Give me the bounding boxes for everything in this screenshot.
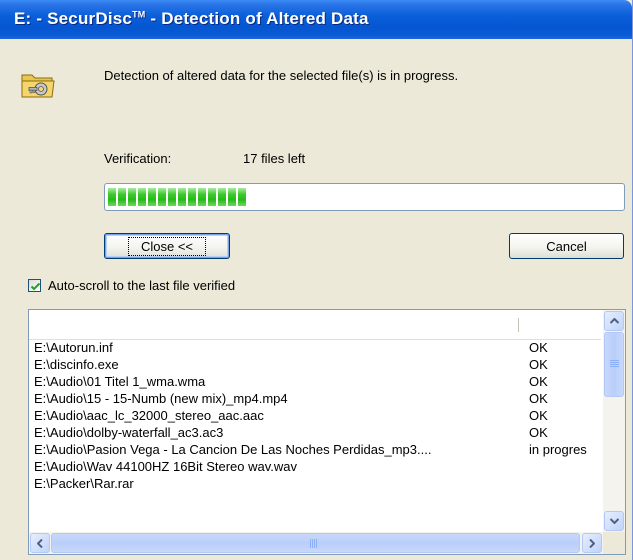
verification-label: Verification: (104, 151, 172, 166)
cancel-button[interactable]: Cancel (509, 233, 624, 259)
progress-segment (148, 188, 156, 206)
progress-segment (158, 188, 166, 206)
scrollbar-corner (603, 532, 625, 554)
file-status: OK (529, 340, 548, 355)
checkmark-icon (30, 282, 41, 291)
status-message: Detection of altered data for the select… (104, 68, 459, 83)
file-status: OK (529, 391, 548, 406)
progress-segment (198, 188, 206, 206)
file-status: OK (529, 374, 548, 389)
close-button-label: Close << (127, 236, 207, 256)
progress-segment (128, 188, 136, 206)
progress-segment (138, 188, 146, 206)
file-path: E:\Audio\dolby-waterfall_ac3.ac3 (34, 425, 224, 440)
list-item[interactable]: E:\Audio\Pasion Vega - La Cancion De Las… (29, 441, 601, 458)
progress-fill (108, 188, 621, 206)
scroll-right-arrow-icon[interactable] (582, 533, 602, 553)
list-item[interactable]: E:\Audio\Wav 44100HZ 16Bit Stereo wav.wa… (29, 458, 601, 475)
progress-segment (218, 188, 226, 206)
horizontal-scroll-thumb[interactable] (51, 533, 580, 553)
progress-segment (228, 188, 236, 206)
progress-segment (118, 188, 126, 206)
autoscroll-checkbox[interactable] (28, 279, 41, 292)
file-status: in progres (529, 442, 587, 457)
dialog-window: E: - SecurDiscTM - Detection of Altered … (0, 0, 633, 560)
list-item[interactable]: E:\Audio\01 Titel 1_wma.wma OK (29, 373, 601, 390)
trademark-mark: TM (132, 9, 146, 20)
file-path: E:\Audio\Pasion Vega - La Cancion De Las… (34, 442, 432, 457)
list-item[interactable]: E:\Autorun.inf OK (29, 339, 601, 356)
column-header-separator[interactable] (518, 318, 519, 332)
list-header (29, 310, 601, 340)
progress-segment (108, 188, 116, 206)
progress-segment (188, 188, 196, 206)
scroll-left-arrow-icon[interactable] (30, 533, 50, 553)
dialog-body: Detection of altered data for the select… (0, 39, 632, 560)
title-bar[interactable]: E: - SecurDiscTM - Detection of Altered … (0, 0, 632, 39)
file-path: E:\Audio\01 Titel 1_wma.wma (34, 374, 206, 389)
vertical-scrollbar[interactable] (603, 310, 625, 532)
autoscroll-label: Auto-scroll to the last file verified (48, 278, 236, 293)
file-status: OK (529, 357, 548, 372)
scroll-up-arrow-icon[interactable] (604, 311, 624, 331)
verified-files-list[interactable]: E:\Autorun.inf OK E:\discinfo.exe OK E:\Audi… (28, 309, 626, 555)
file-path: E:\Audio\aac_lc_32000_stereo_aac.aac (34, 408, 264, 423)
scroll-down-arrow-icon[interactable] (604, 511, 624, 531)
file-path: E:\Audio\Wav 44100HZ 16Bit Stereo wav.wa… (34, 459, 298, 474)
vertical-scroll-thumb[interactable] (604, 332, 624, 397)
list-item[interactable]: E:\Packer\Rar.rar (29, 475, 601, 492)
autoscroll-option[interactable]: Auto-scroll to the last file verified (28, 278, 235, 293)
list-rows: E:\Autorun.inf OK E:\discinfo.exe OK E:\Audi… (29, 339, 601, 492)
window-title: E: - SecurDiscTM - Detection of Altered … (14, 9, 369, 28)
progress-segment (238, 188, 246, 206)
cancel-button-label: Cancel (546, 238, 587, 254)
list-item[interactable]: E:\Audio\15 - 15-Numb (new mix)_mp4.mp4 O… (29, 390, 601, 407)
file-path: E:\Audio\15 - 15-Numb (new mix)_mp4.mp4 (34, 391, 288, 406)
progress-segment (168, 188, 176, 206)
close-button[interactable]: Close << (104, 233, 230, 259)
horizontal-scrollbar[interactable] (29, 532, 603, 554)
list-item[interactable]: E:\discinfo.exe OK (29, 356, 601, 373)
file-path: E:\Packer\Rar.rar (34, 476, 134, 491)
securdisc-folder-key-icon (20, 67, 56, 101)
files-left-count: 17 files left (243, 151, 306, 166)
verification-progress-bar (104, 183, 625, 211)
file-path: E:\Autorun.inf (34, 340, 113, 355)
list-item[interactable]: E:\Audio\dolby-waterfall_ac3.ac3 OK (29, 424, 601, 441)
progress-segment (208, 188, 216, 206)
progress-segment (178, 188, 186, 206)
file-path: E:\discinfo.exe (34, 357, 119, 372)
file-status: OK (529, 425, 548, 440)
list-item[interactable]: E:\Audio\aac_lc_32000_stereo_aac.aac OK (29, 407, 601, 424)
file-status: OK (529, 408, 548, 423)
